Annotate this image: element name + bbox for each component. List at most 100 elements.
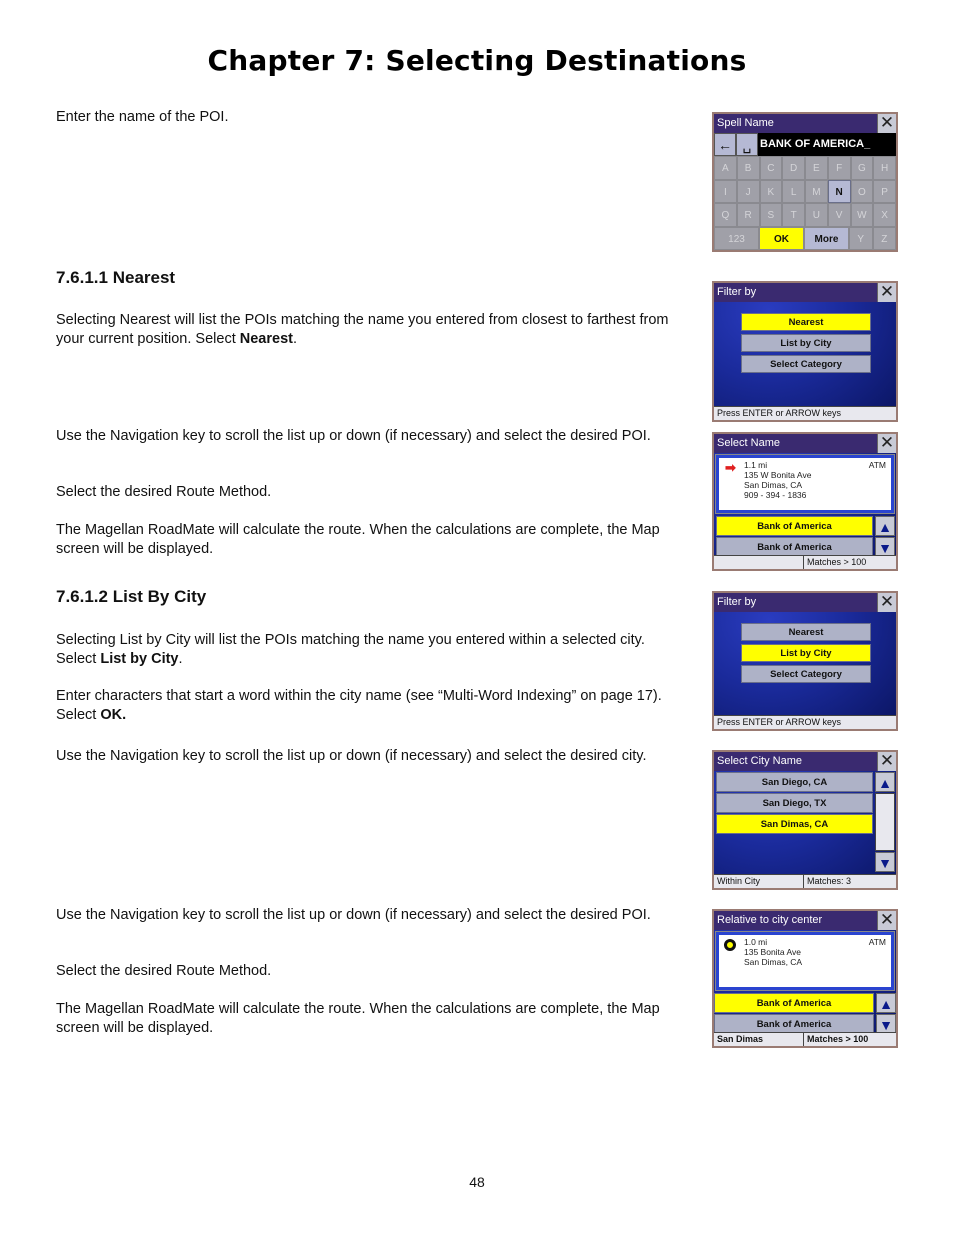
- scrollbar-track[interactable]: [875, 793, 895, 851]
- key-b[interactable]: B: [736, 156, 760, 180]
- intro-text: Enter the name of the POI.: [56, 109, 229, 125]
- key-a[interactable]: A: [714, 156, 737, 180]
- select-category-option[interactable]: Select Category: [741, 355, 871, 373]
- key-123[interactable]: 123: [714, 226, 759, 250]
- keyboard-bottom-row: 123 OK More Y Z: [714, 226, 896, 250]
- key-q[interactable]: Q: [714, 203, 737, 227]
- close-button[interactable]: ✕: [877, 911, 896, 930]
- paragraph: Use the Navigation key to scroll the lis…: [56, 748, 647, 764]
- close-button[interactable]: ✕: [877, 283, 896, 302]
- list-item[interactable]: San Diego, CA: [716, 772, 873, 792]
- title-bar: Relative to city center ✕: [714, 911, 896, 930]
- key-h[interactable]: H: [873, 156, 896, 180]
- select-category-option[interactable]: Select Category: [741, 665, 871, 683]
- title-bar: Select City Name ✕: [714, 752, 896, 771]
- city-center-icon: [724, 939, 736, 951]
- poi-city: San Dimas, CA: [744, 957, 803, 967]
- key-d[interactable]: D: [782, 156, 805, 180]
- paragraph: Select the desired Route Method.: [56, 963, 272, 979]
- scroll-down-icon[interactable]: ▼: [875, 537, 895, 557]
- key-x[interactable]: X: [873, 203, 896, 227]
- scroll-up-icon[interactable]: ▲: [875, 516, 895, 536]
- key-s[interactable]: S: [759, 203, 783, 227]
- paragraph: Use the Navigation key to scroll the lis…: [56, 907, 651, 923]
- list-item[interactable]: Bank of America: [714, 993, 874, 1013]
- scroll-up-icon[interactable]: ▲: [876, 993, 896, 1013]
- poi-detail-card: ➡ 1.1 mi ATM 135 W Bonita Ave San Dimas,…: [715, 454, 895, 514]
- key-t[interactable]: T: [782, 203, 805, 227]
- status-bar: Within City Matches: 3: [714, 874, 896, 888]
- close-button[interactable]: ✕: [877, 593, 896, 612]
- key-f[interactable]: F: [827, 156, 851, 180]
- filter-by-screen-city: Filter by ✕ Nearest List by City Select C…: [712, 591, 898, 731]
- key-z[interactable]: Z: [872, 226, 896, 250]
- paragraph: Use the Navigation key to scroll the lis…: [56, 428, 651, 444]
- select-name-screen: Select Name ✕ ➡ 1.1 mi ATM 135 W Bonita A…: [712, 432, 898, 571]
- key-u[interactable]: U: [805, 203, 828, 227]
- ok-button[interactable]: OK: [759, 226, 804, 250]
- backspace-icon[interactable]: ←: [714, 133, 736, 156]
- keyboard-row: ABCDEFGH: [714, 156, 896, 180]
- poi-detail-card: 1.0 mi ATM 135 Bonita Ave San Dimas, CA: [715, 931, 895, 991]
- poi-type: ATM: [868, 937, 886, 947]
- key-n[interactable]: N: [827, 179, 851, 203]
- status-text: Press ENTER or ARROW keys: [717, 717, 842, 727]
- key-r[interactable]: R: [736, 203, 760, 227]
- close-button[interactable]: ✕: [877, 114, 896, 133]
- list-item[interactable]: Bank of America: [716, 537, 873, 557]
- section-heading-nearest: 7.6.1.1 Nearest: [56, 268, 176, 287]
- screen-title: Select Name: [717, 437, 780, 449]
- key-m[interactable]: M: [805, 179, 828, 203]
- list-by-city-option[interactable]: List by City: [741, 334, 871, 352]
- status-bar: Press ENTER or ARROW keys: [714, 406, 896, 420]
- key-e[interactable]: E: [805, 156, 828, 180]
- name-input[interactable]: ← ␣ BANK OF AMERICA_: [714, 133, 896, 156]
- matches-count: Matches > 100: [807, 557, 867, 567]
- input-value: BANK OF AMERICA_: [760, 138, 871, 150]
- scroll-up-icon[interactable]: ▲: [875, 772, 895, 792]
- spell-name-screen: Spell Name ✕ ← ␣ BANK OF AMERICA_ ABCDEFG…: [712, 112, 898, 252]
- more-button[interactable]: More: [804, 226, 849, 250]
- screen-title: Select City Name: [717, 755, 802, 767]
- list-item[interactable]: San Dimas, CA: [716, 814, 873, 834]
- list-by-city-option[interactable]: List by City: [741, 644, 871, 662]
- section-heading-list-by-city: 7.6.1.2 List By City: [56, 587, 207, 606]
- close-button[interactable]: ✕: [877, 752, 896, 771]
- close-button[interactable]: ✕: [877, 434, 896, 453]
- keyboard-row: QRSTUVWX: [714, 203, 896, 227]
- key-i[interactable]: I: [714, 179, 737, 203]
- list-item[interactable]: Bank of America: [714, 1014, 874, 1034]
- key-l[interactable]: L: [782, 179, 805, 203]
- screen-title: Filter by: [717, 596, 757, 608]
- screen-title: Relative to city center: [717, 914, 823, 926]
- list-item[interactable]: Bank of America: [716, 516, 873, 536]
- scroll-down-icon[interactable]: ▼: [876, 1014, 896, 1034]
- scroll-down-icon[interactable]: ▼: [875, 852, 895, 872]
- select-city-screen: Select City Name ✕ San Diego, CA San Dieg…: [712, 750, 898, 890]
- nearest-option[interactable]: Nearest: [741, 623, 871, 641]
- keyboard-row: IJKLMNOP: [714, 179, 896, 203]
- status-left: Within City: [714, 875, 804, 888]
- space-icon[interactable]: ␣: [736, 133, 758, 156]
- poi-type: ATM: [868, 460, 886, 470]
- key-o[interactable]: O: [850, 179, 874, 203]
- key-w[interactable]: W: [850, 203, 874, 227]
- nearest-option[interactable]: Nearest: [741, 313, 871, 331]
- paragraph: Enter characters that start a word withi…: [56, 688, 662, 723]
- status-text: Press ENTER or ARROW keys: [717, 408, 842, 418]
- key-g[interactable]: G: [850, 156, 874, 180]
- screen-title: Spell Name: [717, 117, 774, 129]
- key-c[interactable]: C: [759, 156, 783, 180]
- status-bar: San Dimas Matches > 100: [714, 1032, 896, 1046]
- paragraph: The Magellan RoadMate will calculate the…: [56, 522, 660, 557]
- key-y[interactable]: Y: [849, 226, 873, 250]
- key-p[interactable]: P: [873, 179, 896, 203]
- key-v[interactable]: V: [827, 203, 851, 227]
- relative-city-screen: Relative to city center ✕ 1.0 mi ATM 135 …: [712, 909, 898, 1048]
- paragraph: Select the desired Route Method.: [56, 484, 272, 500]
- key-k[interactable]: K: [759, 179, 783, 203]
- list-item[interactable]: San Diego, TX: [716, 793, 873, 813]
- key-j[interactable]: J: [736, 179, 760, 203]
- page-number: 48: [469, 1174, 485, 1190]
- paragraph: Selecting Nearest will list the POIs mat…: [56, 312, 669, 347]
